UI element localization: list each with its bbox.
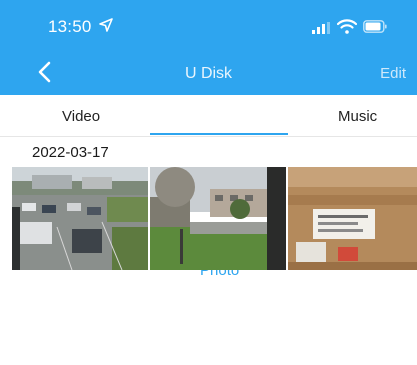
- tab-video[interactable]: Video: [62, 108, 100, 125]
- edit-button[interactable]: Edit: [380, 65, 406, 82]
- selected-tab-indicator: [150, 133, 288, 135]
- page-title: U Disk: [184, 65, 233, 82]
- tab-photo[interactable]: Photo: [200, 262, 239, 365]
- divider: [0, 136, 417, 137]
- battery-icon: [363, 20, 387, 33]
- tab-bar: Video Photo Music: [0, 95, 417, 279]
- header: 13:50 U Disk Edit: [0, 0, 417, 95]
- cellular-signal-icon: [312, 22, 330, 34]
- photo-thumbnail-parking-lot[interactable]: [12, 167, 148, 270]
- location-arrow-icon: [99, 18, 113, 32]
- wifi-icon: [337, 19, 357, 34]
- status-time: 13:50: [48, 17, 92, 36]
- date-group-label: 2022-03-17: [32, 144, 109, 161]
- photo-thumbnail-courtyard[interactable]: [150, 167, 286, 270]
- photo-thumbnail-cardboard-box[interactable]: [288, 167, 417, 270]
- tab-music[interactable]: Music: [338, 108, 377, 125]
